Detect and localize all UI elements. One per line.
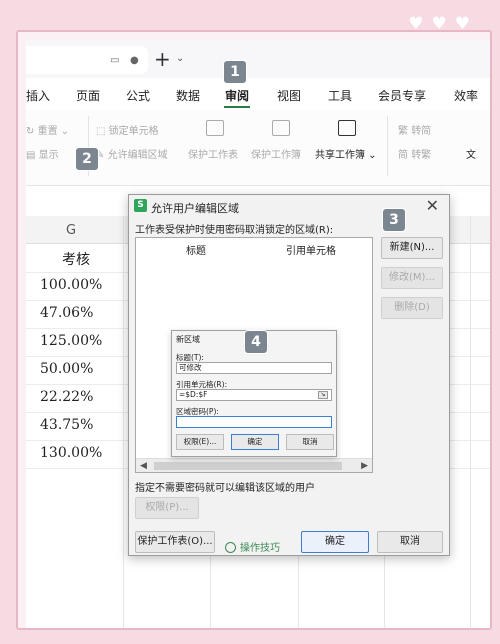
dialog-title: 允许用户编辑区域	[151, 202, 239, 215]
menu-data[interactable]: 数据	[176, 87, 200, 104]
list-header-ref: 引用单元格	[286, 246, 336, 257]
tab-bar: ▭ ● + ⌄	[26, 40, 490, 78]
protect-sheet-dialog-button[interactable]: 保护工作表(O)...	[135, 531, 215, 553]
sub-permissions-button[interactable]: 权限(E)...	[176, 434, 224, 450]
horizontal-scrollbar[interactable]: ◀ ▶	[136, 458, 372, 472]
ok-button[interactable]: 确定	[301, 531, 369, 553]
column-divider	[123, 216, 124, 628]
list-header-title: 标题	[186, 246, 206, 257]
monitor-icon[interactable]: ▭	[110, 55, 119, 66]
show-button[interactable]: ▤ 显示	[26, 146, 59, 161]
table-cell[interactable]: 47.06%	[40, 305, 93, 321]
redo-button[interactable]: ↻ 重置 ⌄	[26, 122, 69, 137]
table-cell[interactable]: 22.22%	[40, 389, 93, 405]
table-header-cell[interactable]: 考核	[62, 249, 90, 269]
column-divider	[470, 216, 471, 628]
scroll-right-icon[interactable]: ▶	[361, 459, 368, 473]
step-badge-2: 2	[76, 148, 98, 170]
play-icon	[225, 542, 236, 553]
to-simplified-button[interactable]: 繁 转简	[398, 122, 431, 137]
screenshot-frame: ▭ ● + ⌄ 插入 页面 公式 数据 审阅 视图 工具 会员专享 效率 ↻ 重…	[16, 30, 492, 630]
menu-insert[interactable]: 插入	[26, 87, 50, 104]
menu-formula[interactable]: 公式	[126, 87, 150, 104]
app-icon: S	[134, 199, 147, 212]
menu-bar: 插入 页面 公式 数据 审阅 视图 工具 会员专享 效率	[26, 78, 490, 110]
protect-book-button[interactable]: 保护工作簿	[251, 146, 301, 161]
table-cell[interactable]: 43.75%	[40, 417, 93, 433]
close-dot-icon[interactable]: ●	[130, 55, 139, 66]
active-tab-indicator	[224, 106, 250, 108]
lock-cell-button[interactable]: ⬚ 锁定单元格	[96, 122, 159, 137]
allow-edit-ranges-dialog: S 允许用户编辑区域 ✕ 工作表受保护时使用密码取消锁定的区域(R): 标题 引…	[128, 194, 450, 556]
column-letter[interactable]: G	[66, 223, 76, 238]
cancel-button[interactable]: 取消	[377, 531, 443, 553]
sub-dialog-title: 新区域	[176, 335, 200, 344]
share-book-button[interactable]: 共享工作簿 ⌄	[315, 146, 377, 161]
menu-review[interactable]: 审阅	[225, 87, 249, 104]
menu-tools[interactable]: 工具	[328, 87, 352, 104]
to-traditional-button[interactable]: 简 转繁	[398, 146, 431, 161]
table-cell[interactable]: 130.00%	[40, 445, 102, 461]
redo-icon: ↻	[26, 126, 35, 137]
menu-page[interactable]: 页面	[76, 87, 100, 104]
ribbon-separator	[387, 116, 388, 176]
menu-view[interactable]: 视图	[277, 87, 301, 104]
delete-range-button[interactable]: 删除(D)	[381, 297, 443, 319]
step-badge-1: 1	[224, 61, 246, 83]
scrollbar-thumb[interactable]	[154, 462, 342, 470]
share-book-icon	[338, 120, 356, 136]
range-password-input[interactable]	[176, 416, 332, 428]
table-cell[interactable]: 100.00%	[40, 277, 102, 293]
sub-cancel-button[interactable]: 取消	[286, 434, 334, 450]
convert-icon: 简	[398, 150, 408, 161]
step-badge-3: 3	[383, 209, 405, 231]
tips-link[interactable]: 操作技巧	[225, 539, 280, 554]
table-cell[interactable]: 50.00%	[40, 361, 93, 377]
convert-icon: 繁	[398, 126, 408, 137]
protect-sheet-button[interactable]: 保护工作表	[188, 146, 238, 161]
menu-member[interactable]: 会员专享	[378, 87, 426, 104]
menu-efficiency[interactable]: 效率	[454, 87, 478, 104]
ranges-prompt: 工作表受保护时使用密码取消锁定的区域(R):	[135, 225, 334, 236]
text-icon[interactable]: 文	[466, 146, 476, 161]
close-button[interactable]: ✕	[426, 196, 439, 215]
protect-sheet-icon	[206, 120, 224, 136]
protect-book-icon	[272, 120, 290, 136]
step-badge-4: 4	[245, 331, 267, 353]
scroll-left-icon[interactable]: ◀	[140, 459, 147, 473]
app-window: ▭ ● + ⌄ 插入 页面 公式 数据 审阅 视图 工具 会员专享 效率 ↻ 重…	[26, 40, 490, 628]
new-range-button[interactable]: 新建(N)...	[381, 237, 443, 259]
show-icon: ▤	[26, 150, 36, 161]
document-tab[interactable]: ▭ ●	[26, 46, 148, 74]
sub-ok-button[interactable]: 确定	[231, 434, 279, 450]
chevron-down-icon[interactable]: ⌄	[176, 53, 184, 64]
users-prompt: 指定不需要密码就可以编辑该区域的用户	[135, 483, 315, 494]
new-tab-button[interactable]: +	[154, 47, 171, 71]
modify-range-button[interactable]: 修改(M)...	[381, 267, 443, 289]
lock-cell-icon: ⬚	[96, 126, 106, 137]
collapse-dialog-icon[interactable]: ↘	[318, 391, 328, 399]
table-cell[interactable]: 125.00%	[40, 333, 102, 349]
range-title-input[interactable]: 可修改	[176, 362, 332, 374]
allow-edit-range-button[interactable]: ✎ 允许编辑区域	[96, 146, 168, 161]
permissions-button[interactable]: 权限(P)...	[135, 497, 199, 519]
range-ref-value: =$D:$F	[179, 390, 208, 399]
range-ref-input[interactable]: =$D:$F ↘	[176, 389, 332, 401]
